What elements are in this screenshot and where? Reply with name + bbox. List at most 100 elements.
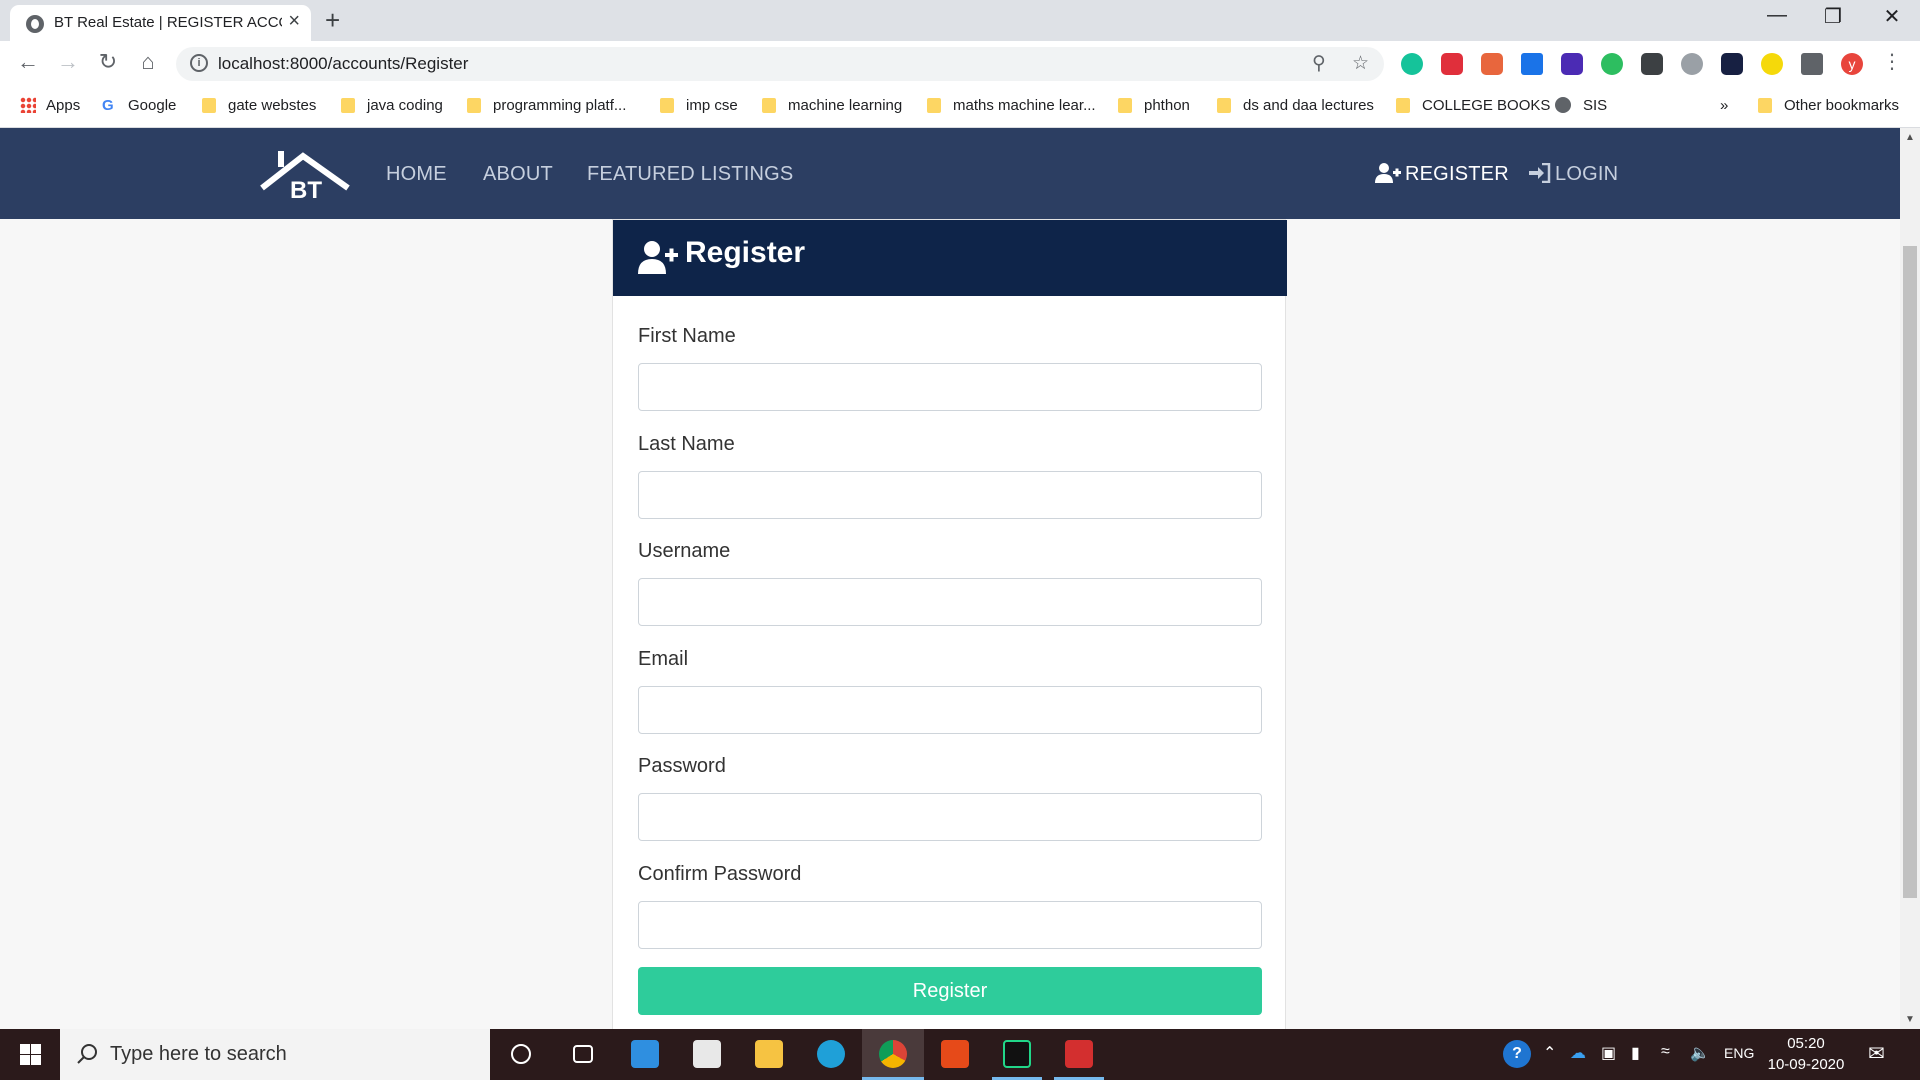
device-icon[interactable]: ▣ xyxy=(1601,1043,1616,1063)
megaphone-extension-icon[interactable] xyxy=(1481,53,1503,75)
close-tab-icon[interactable]: × xyxy=(288,10,300,33)
dark-extension-icon[interactable] xyxy=(1721,53,1743,75)
bookmark-google[interactable]: G Google xyxy=(102,97,176,114)
username-input[interactable] xyxy=(638,578,1262,626)
play-extension-icon[interactable] xyxy=(1761,53,1783,75)
back-button[interactable]: ← xyxy=(13,49,43,75)
site-info-icon[interactable]: i xyxy=(190,54,208,72)
notifications-icon[interactable]: ✉ xyxy=(1868,1041,1885,1066)
cortana-button[interactable] xyxy=(490,1029,552,1080)
folder-icon xyxy=(1396,98,1410,113)
browser-tab[interactable]: BT Real Estate | REGISTER ACCOU × xyxy=(10,5,311,41)
windows-taskbar: Type here to search ? ⌃ ☁ ▣ ▮ ≈ 🔈 ENG 05… xyxy=(0,1029,1920,1080)
selenium-extension-icon[interactable] xyxy=(1641,53,1663,75)
wifi-icon[interactable]: ≈ xyxy=(1661,1043,1670,1061)
compass-extension-icon[interactable] xyxy=(1681,53,1703,75)
bookmark-label: COLLEGE BOOKS xyxy=(1422,97,1551,114)
bookmark-folder[interactable]: COLLEGE BOOKS xyxy=(1396,97,1550,114)
user-plus-icon xyxy=(1375,163,1401,183)
address-bar[interactable]: i localhost:8000/accounts/Register ⚲ ☆ xyxy=(176,47,1384,81)
restore-button[interactable]: ❐ xyxy=(1805,4,1861,29)
folder-icon xyxy=(762,98,776,113)
confirm-password-label: Confirm Password xyxy=(638,863,802,885)
register-title: Register xyxy=(685,236,806,269)
password-input[interactable] xyxy=(638,793,1262,841)
bookmark-label: maths machine lear... xyxy=(953,97,1096,114)
folder-icon xyxy=(927,98,941,113)
clock-date: 10-09-2020 xyxy=(1767,1056,1845,1073)
bookmark-folder[interactable]: programming platf... xyxy=(467,97,626,114)
page-scrollbar[interactable]: ▲ ▼ xyxy=(1900,128,1920,1029)
volume-icon[interactable]: 🔈 xyxy=(1690,1043,1710,1063)
acrobat-icon xyxy=(1065,1040,1093,1068)
task-view-button[interactable] xyxy=(552,1029,614,1080)
nav-featured-listings[interactable]: FEATURED LISTINGS xyxy=(587,163,793,186)
bookmark-sis[interactable]: SIS xyxy=(1555,97,1607,114)
folder-icon xyxy=(467,98,481,113)
start-button[interactable] xyxy=(0,1029,60,1080)
bookmark-folder[interactable]: java coding xyxy=(341,97,443,114)
bookmark-folder[interactable]: phthon xyxy=(1118,97,1190,114)
profile-avatar[interactable]: y xyxy=(1841,53,1863,75)
taskbar-chrome[interactable] xyxy=(862,1029,924,1080)
taskbar-clock[interactable]: 05:20 10-09-2020 xyxy=(1766,1033,1846,1075)
puzzle-extension-icon[interactable] xyxy=(1521,53,1543,75)
email-input[interactable] xyxy=(638,686,1262,734)
bookmark-apps[interactable]: Apps xyxy=(20,97,80,114)
bookmark-folder[interactable]: gate webstes xyxy=(202,97,316,114)
bookmarks-overflow[interactable]: » xyxy=(1720,97,1728,114)
chrome-menu-icon[interactable]: ⋮ xyxy=(1877,49,1907,74)
nav-home[interactable]: HOME xyxy=(386,163,447,186)
edge-icon xyxy=(817,1040,845,1068)
cortana-icon xyxy=(511,1044,531,1064)
mortarboard-extension-icon[interactable] xyxy=(1561,53,1583,75)
register-submit-button[interactable]: Register xyxy=(638,967,1262,1015)
bt-logo[interactable]: BT xyxy=(258,148,353,203)
onedrive-icon[interactable]: ☁ xyxy=(1570,1043,1586,1063)
bookmark-folder[interactable]: machine learning xyxy=(762,97,902,114)
language-indicator[interactable]: ENG xyxy=(1724,1045,1754,1061)
other-bookmarks[interactable]: Other bookmarks xyxy=(1758,97,1899,114)
register-card: Register First Name Last Name Username E… xyxy=(612,219,1287,1029)
minimize-button[interactable]: — xyxy=(1749,4,1805,27)
taskbar-search-box[interactable]: Type here to search xyxy=(60,1029,490,1080)
scrollbar-thumb[interactable] xyxy=(1903,246,1917,898)
taskbar-mail[interactable] xyxy=(614,1029,676,1080)
confirm-password-input[interactable] xyxy=(638,901,1262,949)
bookmark-folder[interactable]: ds and daa lectures xyxy=(1217,97,1374,114)
taskbar-office[interactable] xyxy=(924,1029,986,1080)
last-name-label: Last Name xyxy=(638,433,735,455)
new-tab-button[interactable]: + xyxy=(325,5,340,36)
site-navbar: BT HOME ABOUT FEATURED LISTINGS REGISTER… xyxy=(0,128,1900,219)
taskbar-file-explorer[interactable] xyxy=(738,1029,800,1080)
bookmark-folder[interactable]: maths machine lear... xyxy=(927,97,1096,114)
help-icon[interactable]: ? xyxy=(1503,1040,1531,1068)
bookmark-label: java coding xyxy=(367,97,443,114)
nav-register[interactable]: REGISTER xyxy=(1375,163,1509,186)
key-icon[interactable]: ⚲ xyxy=(1312,52,1326,75)
extensions-puzzle-icon[interactable] xyxy=(1801,53,1823,75)
folder-icon xyxy=(341,98,355,113)
home-button[interactable]: ⌂ xyxy=(133,49,163,75)
taskbar-edge[interactable] xyxy=(800,1029,862,1080)
grammarly-extension-icon[interactable] xyxy=(1401,53,1423,75)
bookmark-folder[interactable]: imp cse xyxy=(660,97,738,114)
scroll-down-arrow-icon[interactable]: ▼ xyxy=(1905,1014,1915,1025)
apps-grid-icon xyxy=(20,97,36,113)
reload-button[interactable]: ↻ xyxy=(93,49,123,75)
bookmark-star-icon[interactable]: ☆ xyxy=(1352,52,1369,75)
scroll-up-arrow-icon[interactable]: ▲ xyxy=(1905,132,1915,143)
taskbar-store[interactable] xyxy=(676,1029,738,1080)
last-name-input[interactable] xyxy=(638,471,1262,519)
mendeley-extension-icon[interactable] xyxy=(1441,53,1463,75)
nav-login[interactable]: LOGIN xyxy=(1529,162,1618,186)
evernote-extension-icon[interactable] xyxy=(1601,53,1623,75)
taskbar-acrobat[interactable] xyxy=(1048,1029,1110,1080)
battery-icon[interactable]: ▮ xyxy=(1631,1043,1640,1063)
forward-button[interactable]: → xyxy=(53,49,83,75)
close-window-button[interactable]: ✕ xyxy=(1864,4,1920,29)
chevron-up-icon[interactable]: ⌃ xyxy=(1543,1043,1556,1063)
taskbar-pycharm[interactable] xyxy=(986,1029,1048,1080)
first-name-input[interactable] xyxy=(638,363,1262,411)
nav-about[interactable]: ABOUT xyxy=(483,163,553,186)
